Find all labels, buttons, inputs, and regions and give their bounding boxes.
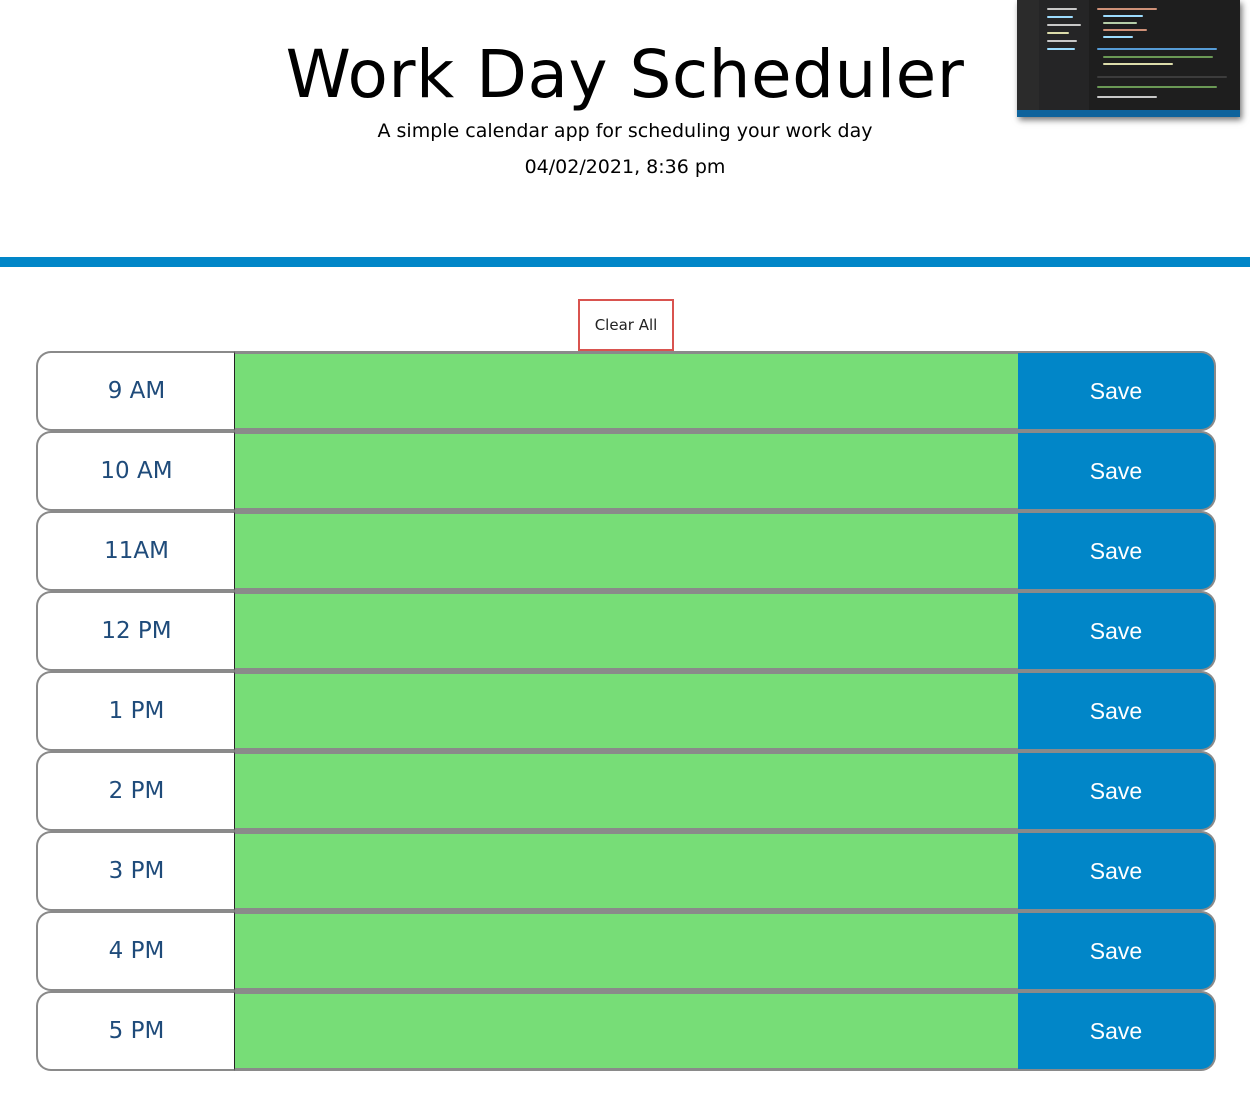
editor-line (1103, 22, 1137, 24)
editor-line (1103, 29, 1147, 31)
editor-line (1047, 16, 1073, 18)
save-button[interactable]: Save (1018, 511, 1216, 591)
editor-line (1047, 8, 1077, 10)
editor-line (1103, 56, 1213, 58)
event-input[interactable] (234, 751, 1019, 831)
event-input[interactable] (234, 591, 1019, 671)
hour-label: 11AM (36, 511, 235, 591)
save-button[interactable]: Save (1018, 351, 1216, 431)
time-block-row: 12 PM Save (36, 591, 1216, 671)
scheduler-page: Work Day Scheduler A simple calendar app… (0, 0, 1250, 1106)
editor-line (1097, 48, 1217, 50)
editor-line (1103, 63, 1173, 65)
time-block-row: 11AM Save (36, 511, 1216, 591)
save-button[interactable]: Save (1018, 591, 1216, 671)
editor-line (1097, 8, 1157, 10)
hour-label: 3 PM (36, 831, 235, 911)
editor-status-bar (1017, 110, 1240, 117)
hour-label: 4 PM (36, 911, 235, 991)
hour-label: 9 AM (36, 351, 235, 431)
header-divider (0, 257, 1250, 267)
clear-all-button[interactable]: Clear All (578, 299, 674, 351)
current-datetime: 04/02/2021, 8:36 pm (524, 156, 726, 178)
editor-line (1097, 86, 1217, 88)
event-input[interactable] (234, 831, 1019, 911)
editor-line (1103, 15, 1143, 17)
event-input[interactable] (234, 431, 1019, 511)
hour-label: 2 PM (36, 751, 235, 831)
hour-label: 10 AM (36, 431, 235, 511)
editor-activity-bar (1017, 0, 1039, 117)
page-subtitle: A simple calendar app for scheduling you… (377, 120, 873, 142)
hour-label: 1 PM (36, 671, 235, 751)
time-block-row: 1 PM Save (36, 671, 1216, 751)
time-block-row: 2 PM Save (36, 751, 1216, 831)
code-editor-screenshot (1017, 0, 1240, 117)
event-input[interactable] (234, 511, 1019, 591)
editor-line (1047, 24, 1081, 26)
hour-label: 5 PM (36, 991, 235, 1071)
time-block-row: 4 PM Save (36, 911, 1216, 991)
editor-line (1103, 36, 1133, 38)
editor-line (1047, 48, 1075, 50)
save-button[interactable]: Save (1018, 671, 1216, 751)
time-block-row: 10 AM Save (36, 431, 1216, 511)
save-button[interactable]: Save (1018, 911, 1216, 991)
time-block-list: 9 AM Save 10 AM Save 11AM Save 12 PM Sav… (36, 351, 1216, 1071)
event-input[interactable] (234, 351, 1019, 431)
editor-line (1047, 40, 1077, 42)
time-block-row: 3 PM Save (36, 831, 1216, 911)
hour-label: 12 PM (36, 591, 235, 671)
save-button[interactable]: Save (1018, 431, 1216, 511)
save-button[interactable]: Save (1018, 831, 1216, 911)
event-input[interactable] (234, 991, 1019, 1071)
editor-line (1097, 96, 1157, 98)
event-input[interactable] (234, 671, 1019, 751)
time-block-row: 9 AM Save (36, 351, 1216, 431)
editor-line (1047, 32, 1069, 34)
event-input[interactable] (234, 911, 1019, 991)
save-button[interactable]: Save (1018, 751, 1216, 831)
time-block-row: 5 PM Save (36, 991, 1216, 1071)
save-button[interactable]: Save (1018, 991, 1216, 1071)
editor-line (1097, 76, 1227, 78)
